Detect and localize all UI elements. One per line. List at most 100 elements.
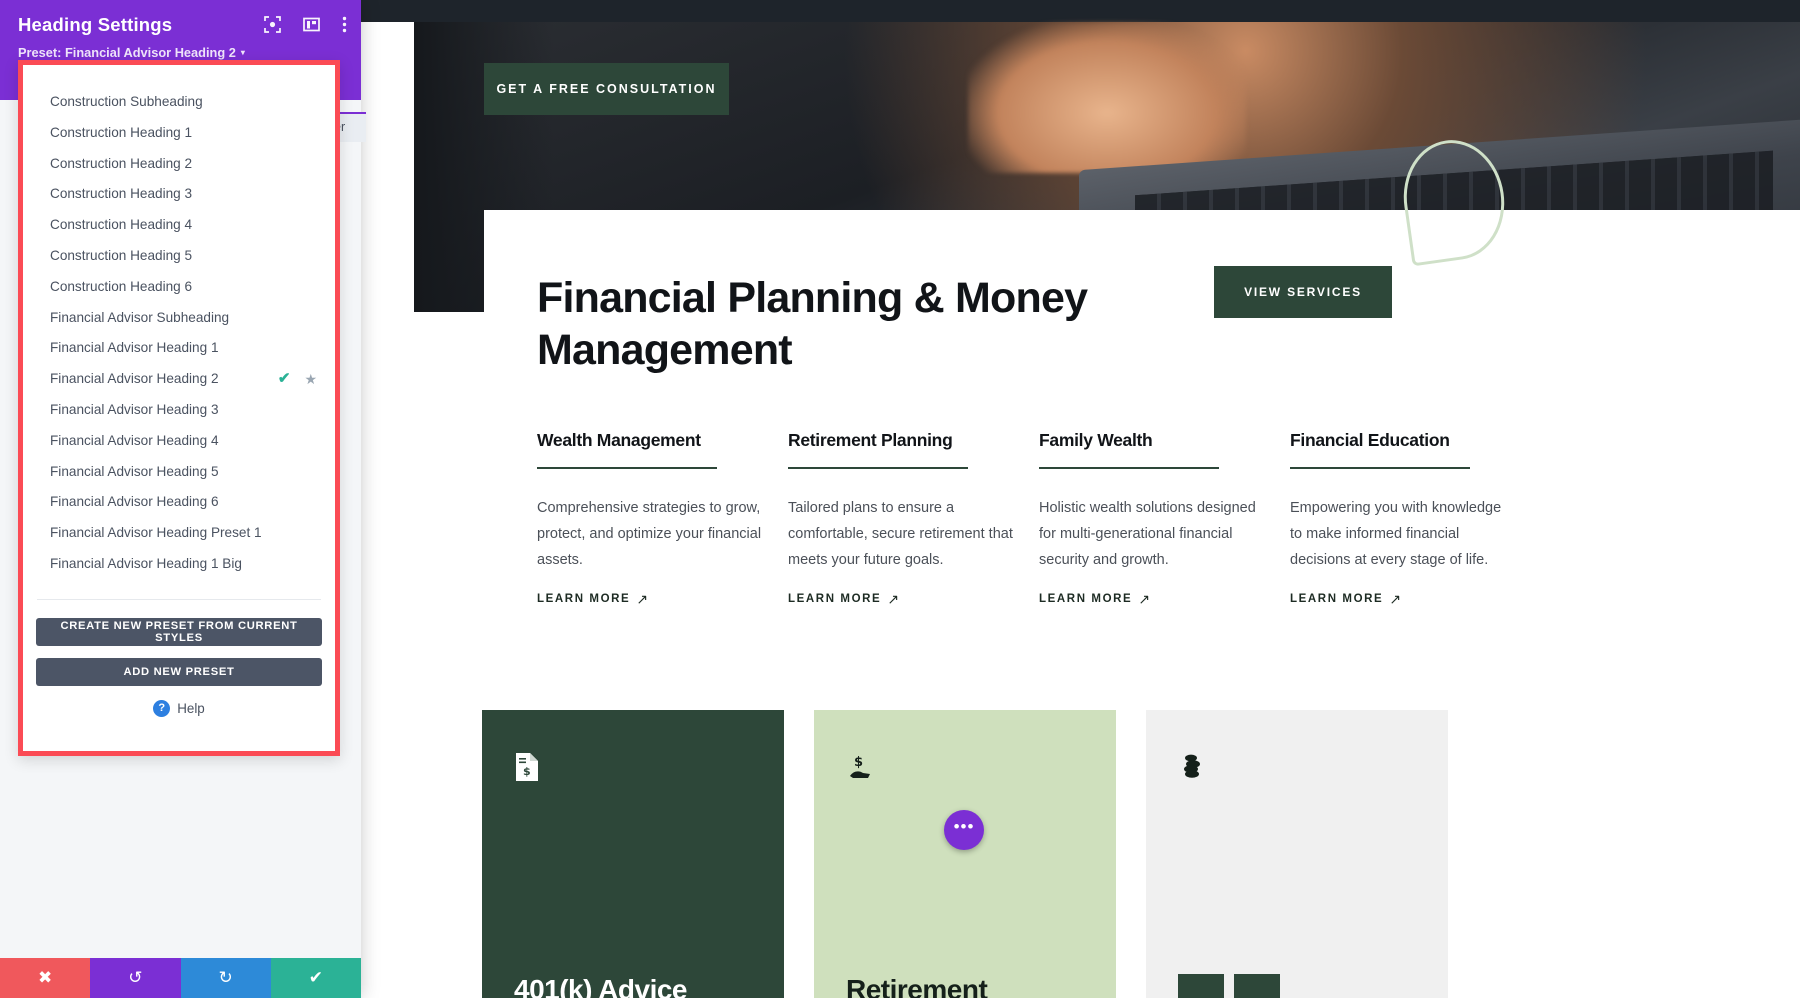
service-column-wealth-management: Wealth Management Comprehensive strategi… — [537, 430, 763, 608]
preset-item-label: Financial Advisor Heading 1 — [50, 340, 219, 356]
feature-card-title: 401(k) Advice — [514, 974, 688, 998]
learn-more-label: LEARN MORE — [1290, 593, 1384, 605]
document-dollar-icon: $ — [514, 752, 752, 787]
block-icon — [1234, 974, 1280, 998]
preset-item-label: Financial Advisor Heading 2 — [50, 371, 219, 387]
svg-text:$: $ — [523, 765, 531, 778]
help-label: Help — [177, 700, 205, 716]
feature-card-401k[interactable]: $ 401(k) Advice — [482, 710, 784, 998]
panel-header-icons — [264, 16, 347, 33]
star-icon[interactable]: ★ — [304, 364, 317, 395]
more-options-fab[interactable]: ••• — [944, 810, 984, 850]
preset-item-label: Financial Advisor Heading 6 — [50, 494, 219, 510]
panel-preset-selector[interactable]: Preset: Financial Advisor Heading 2 ▾ — [18, 45, 245, 60]
create-new-preset-button[interactable]: CREATE NEW PRESET FROM CURRENT STYLES — [36, 617, 322, 646]
preset-item[interactable]: Financial Advisor Heading 1 — [23, 333, 335, 364]
preset-item[interactable]: Construction Heading 2 — [23, 149, 335, 180]
service-divider — [788, 467, 968, 469]
feature-cards: $ 401(k) Advice $ Retirement — [482, 710, 1800, 998]
page-title: Financial Planning & Money Management — [537, 274, 1088, 374]
learn-more-link-financial-education[interactable]: LEARN MORE ↗ — [1290, 591, 1403, 608]
preset-item[interactable]: Financial Advisor Subheading — [23, 303, 335, 334]
learn-more-label: LEARN MORE — [1039, 593, 1133, 605]
service-title: Financial Education — [1290, 430, 1450, 450]
preset-item-label: Financial Advisor Heading 5 — [50, 463, 219, 479]
learn-more-label: LEARN MORE — [788, 593, 882, 605]
redo-button[interactable]: ↻ — [180, 958, 271, 998]
service-description: Holistic wealth solutions designed for m… — [1039, 500, 1256, 568]
feature-card-bottom-icons — [1178, 974, 1280, 998]
service-description: Empowering you with knowledge to make in… — [1290, 500, 1502, 568]
preset-item-label: Construction Heading 3 — [50, 186, 193, 202]
focus-frame-icon[interactable] — [264, 16, 281, 33]
preset-item-marks: ✔ ★ — [278, 364, 317, 395]
service-divider — [1039, 467, 1219, 469]
preset-item-label: Construction Subheading — [50, 94, 203, 109]
learn-more-label: LEARN MORE — [537, 593, 631, 605]
feature-card-coins[interactable] — [1146, 710, 1448, 998]
preset-item[interactable]: Construction Heading 1 — [23, 118, 335, 149]
more-vertical-icon[interactable] — [342, 16, 347, 33]
hand-dollar-icon: $ — [846, 752, 1084, 789]
save-button[interactable]: ✔ — [270, 958, 361, 998]
service-description: Comprehensive strategies to grow, protec… — [537, 500, 762, 568]
preset-item-label: Financial Advisor Heading 3 — [50, 401, 219, 417]
block-icon — [1178, 974, 1224, 998]
chevron-down-icon: ▾ — [240, 48, 245, 57]
preset-item-label: Construction Heading 2 — [50, 155, 193, 171]
preset-item-label: Financial Advisor Heading 1 Big — [50, 555, 242, 571]
panel-preset-label: Preset: Financial Advisor Heading 2 — [18, 45, 236, 60]
learn-more-link-retirement-planning[interactable]: LEARN MORE ↗ — [788, 591, 901, 608]
preset-item[interactable]: Construction Subheading — [23, 87, 335, 118]
preset-item-label: Construction Heading 6 — [50, 278, 193, 294]
preset-item-label: Construction Heading 4 — [50, 217, 193, 233]
preset-item-label: Construction Heading 1 — [50, 124, 193, 140]
preset-item[interactable]: Financial Advisor Heading 1 Big — [23, 549, 335, 580]
learn-more-link-wealth-management[interactable]: LEARN MORE ↗ — [537, 591, 650, 608]
get-free-consultation-button[interactable]: GET A FREE CONSULTATION — [484, 63, 729, 115]
preset-dropdown: Construction Subheading Construction Hea… — [18, 60, 340, 756]
hero-hand — [968, 22, 1246, 173]
arrow-up-right-icon: ↗ — [887, 590, 901, 607]
learn-more-link-family-wealth[interactable]: LEARN MORE ↗ — [1039, 591, 1152, 608]
preset-item[interactable]: Financial Advisor Heading Preset 1 — [23, 518, 335, 549]
preset-item[interactable]: Financial Advisor Heading 3 — [23, 395, 335, 426]
preset-actions: CREATE NEW PRESET FROM CURRENT STYLES AD… — [23, 600, 335, 717]
preset-item[interactable]: Construction Heading 3 — [23, 179, 335, 210]
undo-button[interactable]: ↺ — [90, 958, 181, 998]
service-title: Retirement Planning — [788, 430, 953, 450]
preset-item-label: Financial Advisor Subheading — [50, 309, 230, 325]
service-column-financial-education: Financial Education Empowering you with … — [1290, 430, 1516, 608]
preset-item[interactable]: Financial Advisor Heading 4 — [23, 426, 335, 457]
preset-item[interactable]: Financial Advisor Heading 5 — [23, 457, 335, 488]
panel-footer: ✖ ↺ ↻ ✔ — [0, 958, 361, 998]
help-link[interactable]: ? Help — [36, 699, 322, 717]
preset-item-selected[interactable]: Financial Advisor Heading 2 ✔ ★ — [23, 364, 335, 395]
preset-item-label: Financial Advisor Heading 4 — [50, 432, 219, 448]
feature-card-retirement[interactable]: $ Retirement — [814, 710, 1116, 998]
service-divider — [1290, 467, 1470, 469]
preset-item[interactable]: Financial Advisor Heading 6 — [23, 487, 335, 518]
arrow-up-right-icon: ↗ — [636, 590, 650, 607]
add-new-preset-button[interactable]: ADD NEW PRESET — [36, 657, 322, 686]
cancel-button[interactable]: ✖ — [0, 958, 91, 998]
preset-item[interactable]: Construction Heading 4 — [23, 210, 335, 241]
question-mark-icon: ? — [153, 699, 171, 717]
svg-text:$: $ — [854, 755, 863, 770]
service-description: Tailored plans to ensure a comfortable, … — [788, 500, 1013, 568]
arrow-up-right-icon: ↗ — [1389, 590, 1403, 607]
services-grid: Wealth Management Comprehensive strategi… — [537, 430, 1737, 608]
coins-stack-icon — [1178, 752, 1416, 789]
service-divider — [537, 467, 717, 469]
preset-item[interactable]: Construction Heading 6 — [23, 272, 335, 303]
preset-item-label: Financial Advisor Heading Preset 1 — [50, 525, 262, 541]
service-column-family-wealth: Family Wealth Holistic wealth solutions … — [1039, 430, 1265, 608]
feature-card-title: Retirement — [846, 974, 988, 998]
view-services-button[interactable]: VIEW SERVICES — [1214, 266, 1392, 318]
layout-columns-icon[interactable] — [303, 16, 320, 33]
service-column-retirement-planning: Retirement Planning Tailored plans to en… — [788, 430, 1014, 608]
check-icon[interactable]: ✔ — [278, 364, 291, 395]
preset-item[interactable]: Construction Heading 5 — [23, 241, 335, 272]
service-title: Family Wealth — [1039, 430, 1153, 450]
preset-item-label: Construction Heading 5 — [50, 247, 193, 263]
